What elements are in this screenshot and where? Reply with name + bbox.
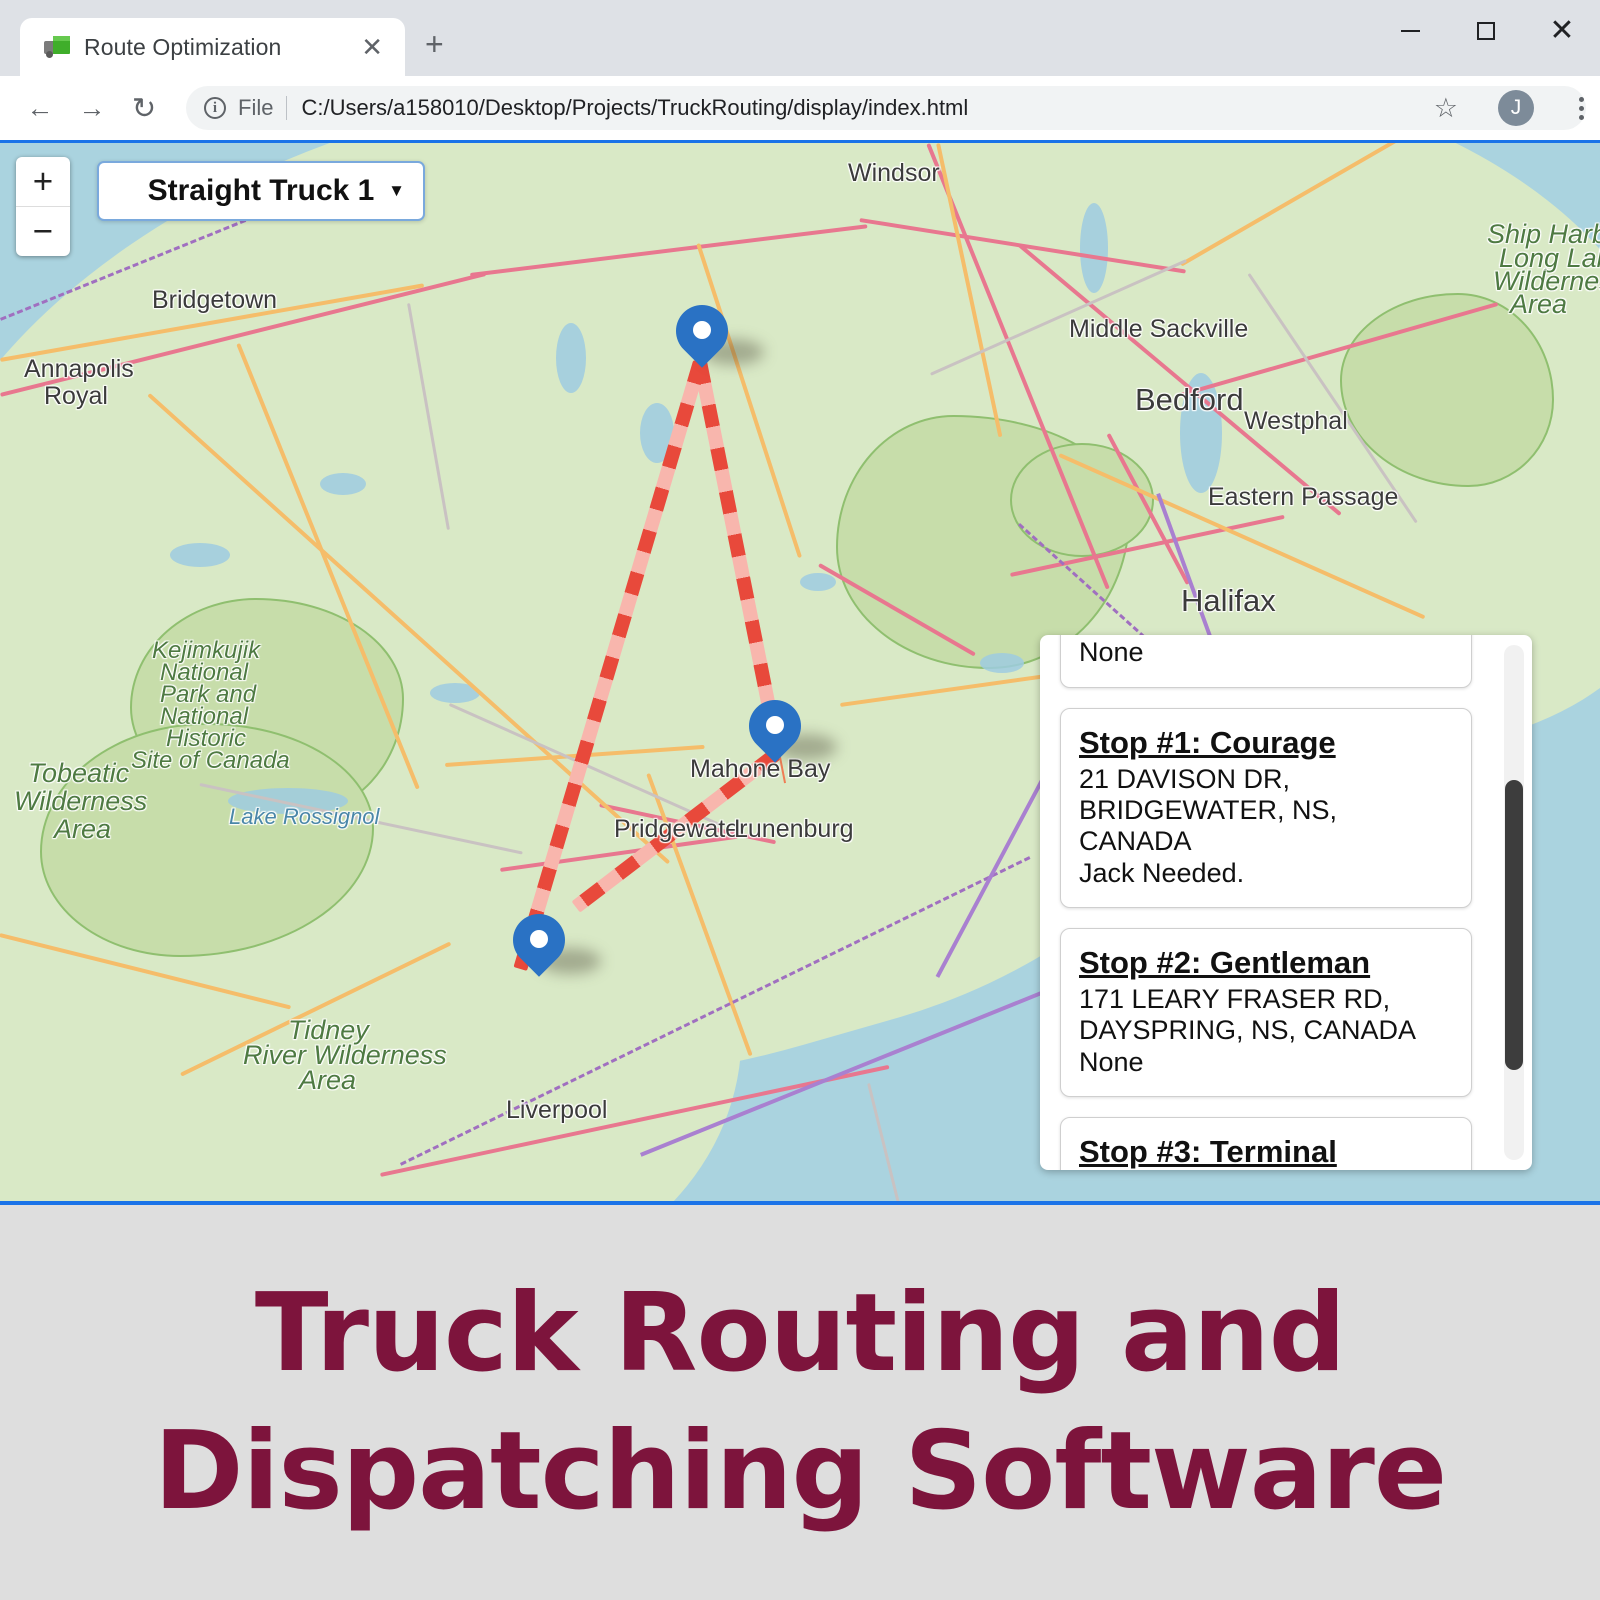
protected-area: [1010, 443, 1154, 557]
truck-select-dropdown[interactable]: Straight Truck 1 ▼: [97, 161, 425, 221]
close-window-button[interactable]: ✕: [1524, 0, 1600, 62]
reload-icon[interactable]: ↻: [118, 82, 170, 134]
stop-detail-line: Jack Needed.: [1079, 857, 1245, 888]
tab-title: Route Optimization: [84, 33, 282, 60]
lake: [170, 543, 230, 567]
stops-panel[interactable]: HEBBVILLE, NS, CANADANone Stop #1: Courag…: [1040, 635, 1532, 1170]
pin-center-dot: [766, 716, 784, 734]
omnibox-divider: [286, 96, 288, 120]
stop-card[interactable]: HEBBVILLE, NS, CANADANone: [1060, 635, 1472, 688]
stop-card[interactable]: Stop #3: Terminal: [1060, 1116, 1472, 1170]
lake: [980, 653, 1024, 673]
caption-line-2: Dispatching Software: [153, 1408, 1447, 1534]
stops-scrollbar[interactable]: [1504, 645, 1524, 1160]
browser-tab[interactable]: Route Optimization ✕: [20, 18, 405, 76]
address-bar[interactable]: i File C:/Users/a158010/Desktop/Projects…: [186, 86, 1586, 130]
lake: [1080, 203, 1108, 293]
close-tab-icon[interactable]: ✕: [361, 34, 383, 60]
caption-band: Truck Routing and Dispatching Software: [0, 1205, 1600, 1600]
stop-detail-line: DAYSPRING, NS, CANADA: [1079, 1015, 1417, 1046]
browser-window: Route Optimization ✕ + ✕ ← → ↻ i File C:…: [0, 0, 1600, 1205]
profile-avatar[interactable]: J: [1498, 90, 1534, 126]
file-scheme-label: File: [238, 95, 274, 120]
bookmark-star-icon[interactable]: ☆: [1434, 93, 1458, 124]
pin-center-dot: [693, 321, 711, 339]
stop-detail-line: 171 LEARY FRASER RD,: [1079, 983, 1391, 1014]
site-info-icon[interactable]: i: [204, 97, 226, 119]
lake: [556, 323, 586, 393]
stops-list: HEBBVILLE, NS, CANADANone Stop #1: Courag…: [1060, 635, 1472, 1170]
stop-detail-line: BRIDGEWATER, NS,: [1079, 794, 1338, 825]
depot-marker[interactable]: [665, 294, 764, 373]
stop-marker-3[interactable]: [502, 903, 601, 982]
stop-title: Stop #3: Terminal: [1079, 1133, 1337, 1169]
url-text: C:/Users/a158010/Desktop/Projects/TruckR…: [301, 95, 969, 120]
map-zoom-controls[interactable]: + −: [16, 157, 70, 256]
lake: [320, 473, 366, 495]
map-viewport[interactable]: WindsorShip HarbourLong LakeWildernessAr…: [0, 140, 1600, 1205]
stop-card[interactable]: Stop #1: Courage 21 DAVISON DR, BRIDGEWATE…: [1060, 707, 1472, 908]
pin-center-dot: [530, 930, 548, 948]
browser-toolbar: ← → ↻ i File C:/Users/a158010/Desktop/Pr…: [0, 76, 1600, 140]
green-truck-icon: [44, 36, 70, 58]
stop-detail-line: CANADA: [1079, 826, 1192, 857]
new-tab-button[interactable]: +: [425, 28, 444, 60]
maximize-button[interactable]: [1448, 0, 1524, 62]
zoom-out-button[interactable]: −: [16, 207, 70, 256]
stop-marker-2[interactable]: [738, 689, 837, 768]
minor-road: [867, 1083, 933, 1201]
truck-select-value: Straight Truck 1: [147, 174, 375, 207]
back-icon[interactable]: ←: [14, 82, 66, 134]
stop-detail-line: None: [1079, 1046, 1144, 1077]
window-controls: ✕: [1372, 0, 1600, 62]
stop-title: Stop #2: Gentleman: [1079, 944, 1371, 980]
tab-strip: Route Optimization ✕ + ✕: [0, 0, 1600, 76]
chevron-down-icon: ▼: [388, 181, 405, 200]
minimize-button[interactable]: [1372, 0, 1448, 62]
stop-detail-line: None: [1079, 637, 1144, 668]
zoom-in-button[interactable]: +: [16, 157, 70, 207]
stop-title: Stop #1: Courage: [1079, 724, 1336, 760]
caption-line-1: Truck Routing and: [254, 1271, 1346, 1397]
forward-icon[interactable]: →: [66, 82, 118, 134]
kebab-menu-icon[interactable]: [1579, 96, 1584, 120]
stop-detail-line: 21 DAVISON DR,: [1079, 763, 1291, 794]
lake: [800, 573, 836, 591]
stop-card[interactable]: Stop #2: Gentleman 171 LEARY FRASER RD, DA…: [1060, 927, 1472, 1097]
scrollbar-thumb[interactable]: [1505, 780, 1523, 1070]
